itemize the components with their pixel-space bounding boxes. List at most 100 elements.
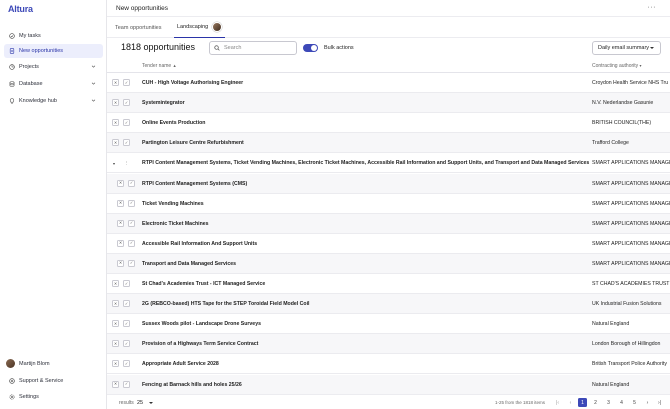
table-row[interactable]: ▾ ⋮ RTPI Content Management Systems, Ticke… bbox=[107, 153, 670, 174]
accept-checkbox[interactable]: ✓ bbox=[123, 119, 130, 127]
tender-name[interactable]: RTPI Content Management Systems, Ticket … bbox=[142, 160, 589, 166]
table-child-row[interactable]: ✕ ✓ Ticket Vending Machines SMART APPLICATI… bbox=[107, 193, 670, 214]
reject-checkbox[interactable]: ✕ bbox=[117, 239, 124, 247]
page-button-5[interactable]: 5 bbox=[630, 398, 639, 407]
email-summary-dropdown[interactable]: Daily email summary bbox=[592, 41, 661, 55]
more-options-icon[interactable]: ··· bbox=[648, 4, 657, 11]
expand-toggle-icon[interactable]: ▾ bbox=[113, 161, 115, 166]
accept-checkbox[interactable]: ✓ bbox=[123, 139, 130, 147]
tender-name[interactable]: Electronic Ticket Machines bbox=[142, 221, 209, 227]
table-child-row[interactable]: ✕ ✓ Transport and Data Managed Services SMA… bbox=[107, 253, 670, 274]
table-row[interactable]: ✕ ✓ Appropriate Adult Service 2028 British … bbox=[107, 354, 670, 375]
reject-checkbox[interactable]: ✕ bbox=[112, 79, 119, 86]
tender-name[interactable]: Transport and Data Managed Services bbox=[142, 261, 236, 267]
reject-checkbox[interactable]: ✕ bbox=[112, 119, 119, 127]
first-page-icon[interactable]: |‹ bbox=[553, 398, 562, 407]
table-row[interactable]: ✕ ✓ Fencing at Barnack hills and holes 25/… bbox=[107, 374, 670, 394]
tender-name[interactable]: Fencing at Barnack hills and holes 25/26 bbox=[142, 382, 242, 388]
reject-checkbox[interactable]: ✕ bbox=[117, 179, 124, 187]
accept-checkbox[interactable]: ✓ bbox=[128, 239, 135, 247]
table-header: Tender name ▲ Contracting authority ▾ bbox=[107, 59, 670, 73]
reject-checkbox[interactable]: ✕ bbox=[117, 259, 124, 267]
tender-name[interactable]: Online Events Production bbox=[142, 120, 205, 126]
tab-team-opportunities[interactable]: Team opportunities bbox=[115, 17, 161, 38]
next-page-icon[interactable]: › bbox=[643, 398, 652, 407]
tender-name[interactable]: Accessible Rail Information And Support … bbox=[142, 241, 257, 247]
sidebar-item-support[interactable]: Support & Service bbox=[4, 374, 103, 388]
accept-checkbox[interactable]: ✓ bbox=[123, 320, 130, 328]
column-header-contracting-authority[interactable]: Contracting authority ▾ bbox=[592, 63, 642, 69]
reject-checkbox[interactable]: ✕ bbox=[112, 320, 119, 328]
table-row[interactable]: ✕ ✓ 2G (REBCO-based) HTS Tape for the STEP… bbox=[107, 294, 670, 315]
tab-landscaping[interactable]: Landscaping bbox=[174, 17, 226, 38]
tender-name[interactable]: Sussex Woods pilot - Landscape Drone Sur… bbox=[142, 321, 261, 327]
table-child-row[interactable]: ✕ ✓ Electronic Ticket Machines SMART APPLIC… bbox=[107, 213, 670, 234]
page-button-4[interactable]: 4 bbox=[617, 398, 626, 407]
bulk-actions-toggle[interactable] bbox=[303, 44, 318, 52]
table-row[interactable]: ✕ ✓ Partington Leisure Centre Refurbishmen… bbox=[107, 133, 670, 154]
search-box[interactable] bbox=[209, 41, 297, 55]
reject-checkbox[interactable]: ✕ bbox=[112, 300, 119, 308]
pagination-bar: results 25 1-25 from the 1818 items |‹ ‹… bbox=[107, 394, 670, 409]
dropdown-value: Daily email summary bbox=[598, 45, 650, 51]
tender-name[interactable]: Systemintegrator bbox=[142, 100, 185, 106]
tender-name[interactable]: St Chad's Academies Trust - ICT Managed … bbox=[142, 281, 265, 287]
tender-name[interactable]: Appropriate Adult Service 2028 bbox=[142, 361, 219, 367]
reject-checkbox[interactable]: ✕ bbox=[117, 219, 124, 227]
table-row[interactable]: ✕ ✓ Provision of a Highways Term Service C… bbox=[107, 334, 670, 355]
caret-down-icon[interactable] bbox=[149, 402, 153, 404]
sidebar-item-my-tasks[interactable]: My tasks bbox=[4, 29, 103, 43]
table-row[interactable]: ✕ ✓ Online Events Production BRITISH COUNCI… bbox=[107, 113, 670, 134]
accept-checkbox[interactable]: ✓ bbox=[123, 340, 130, 348]
prev-page-icon[interactable]: ‹ bbox=[566, 398, 575, 407]
tender-name[interactable]: RTPI Content Management Systems (CMS) bbox=[142, 181, 247, 187]
accept-checkbox[interactable]: ✓ bbox=[123, 280, 130, 287]
avatar bbox=[6, 359, 15, 368]
reject-checkbox[interactable]: ✕ bbox=[112, 360, 119, 368]
tender-name[interactable]: Provision of a Highways Term Service Con… bbox=[142, 341, 258, 347]
table-row[interactable]: ✕ ✓ Systemintegrator N.V. Nederlandse Gasun… bbox=[107, 93, 670, 114]
accept-checkbox[interactable]: ✓ bbox=[128, 179, 135, 187]
user-name: Martijn Blom bbox=[19, 360, 50, 367]
accept-checkbox[interactable]: ✓ bbox=[128, 199, 135, 207]
accept-checkbox[interactable]: ✓ bbox=[123, 360, 130, 368]
page-button-2[interactable]: 2 bbox=[591, 398, 600, 407]
sidebar-item-projects[interactable]: Projects bbox=[4, 60, 103, 74]
reject-checkbox[interactable]: ✕ bbox=[112, 380, 119, 388]
reject-checkbox[interactable]: ✕ bbox=[117, 199, 124, 207]
reject-checkbox[interactable]: ✕ bbox=[112, 280, 119, 287]
page-title: New opportunities bbox=[116, 5, 169, 12]
reject-checkbox[interactable]: ✕ bbox=[112, 340, 119, 348]
accept-checkbox[interactable]: ✓ bbox=[128, 219, 135, 227]
search-input[interactable] bbox=[224, 45, 294, 51]
table-child-row[interactable]: ✕ ✓ Accessible Rail Information And Suppor… bbox=[107, 233, 670, 254]
table-row[interactable]: ✕ ✓ St Chad's Academies Trust - ICT Manage… bbox=[107, 274, 670, 294]
sidebar-item-new-opportunities[interactable]: New opportunities bbox=[4, 44, 103, 58]
column-header-tender-name[interactable]: Tender name ▲ bbox=[142, 63, 177, 69]
tender-name[interactable]: Partington Leisure Centre Refurbishment bbox=[142, 140, 244, 146]
accept-checkbox[interactable]: ✓ bbox=[123, 99, 130, 107]
user-profile[interactable]: Martijn Blom bbox=[6, 359, 50, 368]
table-child-row[interactable]: ✕ ✓ RTPI Content Management Systems (CMS) S… bbox=[107, 173, 670, 194]
page-button-1[interactable]: 1 bbox=[578, 398, 587, 407]
tender-name[interactable]: 2G (REBCO-based) HTS Tape for the STEP T… bbox=[142, 301, 309, 307]
table-row[interactable]: ✕ ✓ Sussex Woods pilot - Landscape Drone S… bbox=[107, 314, 670, 335]
contracting-authority: SMART APPLICATIONS MANAGE bbox=[592, 160, 670, 167]
tender-name[interactable]: CUH - High Voltage Authorising Engineer bbox=[142, 80, 243, 86]
last-page-icon[interactable]: ›| bbox=[655, 398, 664, 407]
accept-checkbox[interactable]: ✓ bbox=[128, 259, 135, 267]
table-row[interactable]: ✕ ✓ CUH - High Voltage Authorising Enginee… bbox=[107, 73, 670, 93]
logo[interactable]: Altura bbox=[8, 4, 33, 14]
sidebar-item-knowledge-hub[interactable]: Knowledge hub bbox=[4, 94, 103, 108]
accept-checkbox[interactable]: ✓ bbox=[123, 300, 130, 308]
reject-checkbox[interactable]: ✕ bbox=[112, 139, 119, 147]
results-per-page[interactable]: 25 bbox=[137, 400, 143, 406]
sidebar-item-settings[interactable]: Settings bbox=[4, 390, 103, 404]
tender-name[interactable]: Ticket Vending Machines bbox=[142, 201, 204, 207]
page-button-3[interactable]: 3 bbox=[604, 398, 613, 407]
sidebar-item-database[interactable]: Database bbox=[4, 77, 103, 91]
accept-checkbox[interactable]: ✓ bbox=[123, 380, 130, 388]
accept-checkbox[interactable]: ⋮ bbox=[123, 159, 130, 166]
accept-checkbox[interactable]: ✓ bbox=[123, 79, 130, 86]
reject-checkbox[interactable]: ✕ bbox=[112, 99, 119, 107]
